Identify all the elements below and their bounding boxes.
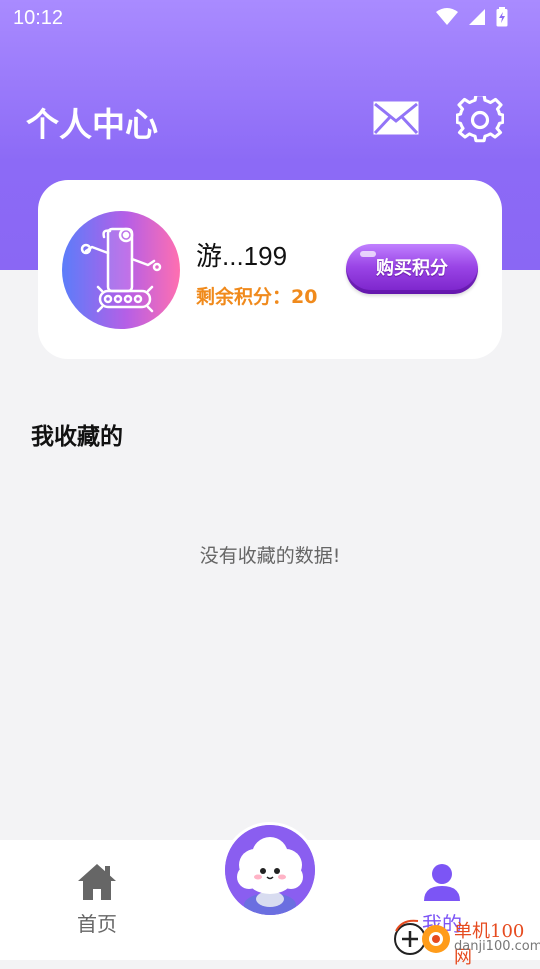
- watermark-logo-icon: [394, 919, 450, 955]
- status-icons: [436, 7, 508, 27]
- gear-icon: [455, 93, 505, 143]
- wifi-icon: [436, 8, 458, 25]
- settings-button[interactable]: [455, 93, 505, 144]
- watermark: 单机100网 danji100.com: [392, 915, 540, 968]
- status-time: 10:12: [13, 7, 64, 29]
- tab-home-label: 首页: [77, 912, 117, 936]
- mail-icon: [373, 101, 419, 135]
- buy-points-label: 购买积分: [376, 258, 448, 279]
- cloud-mascot-icon: [225, 825, 315, 915]
- user-avatar[interactable]: [62, 211, 180, 329]
- favorites-empty-message: 没有收藏的数据!: [199, 545, 341, 567]
- user-icon: [424, 864, 460, 901]
- buy-points-button[interactable]: 购买积分: [346, 244, 478, 294]
- page-title: 个人中心: [26, 105, 158, 144]
- button-shine: [360, 251, 376, 257]
- points-balance: 剩余积分：20: [196, 286, 318, 308]
- battery-icon: [496, 7, 508, 27]
- home-icon: [78, 864, 116, 900]
- robot-avatar-icon: [80, 227, 162, 313]
- watermark-url: danji100.com: [454, 939, 540, 954]
- tab-home[interactable]: 首页: [37, 840, 157, 960]
- favorites-title: 我收藏的: [31, 424, 123, 450]
- profile-card: 游...199 剩余积分：20 购买积分: [38, 180, 502, 359]
- mail-button[interactable]: [372, 100, 420, 138]
- username: 游...199: [196, 241, 288, 271]
- signal-icon: [469, 9, 485, 25]
- center-mascot-button[interactable]: [222, 822, 318, 918]
- status-bar: 10:12: [0, 0, 540, 36]
